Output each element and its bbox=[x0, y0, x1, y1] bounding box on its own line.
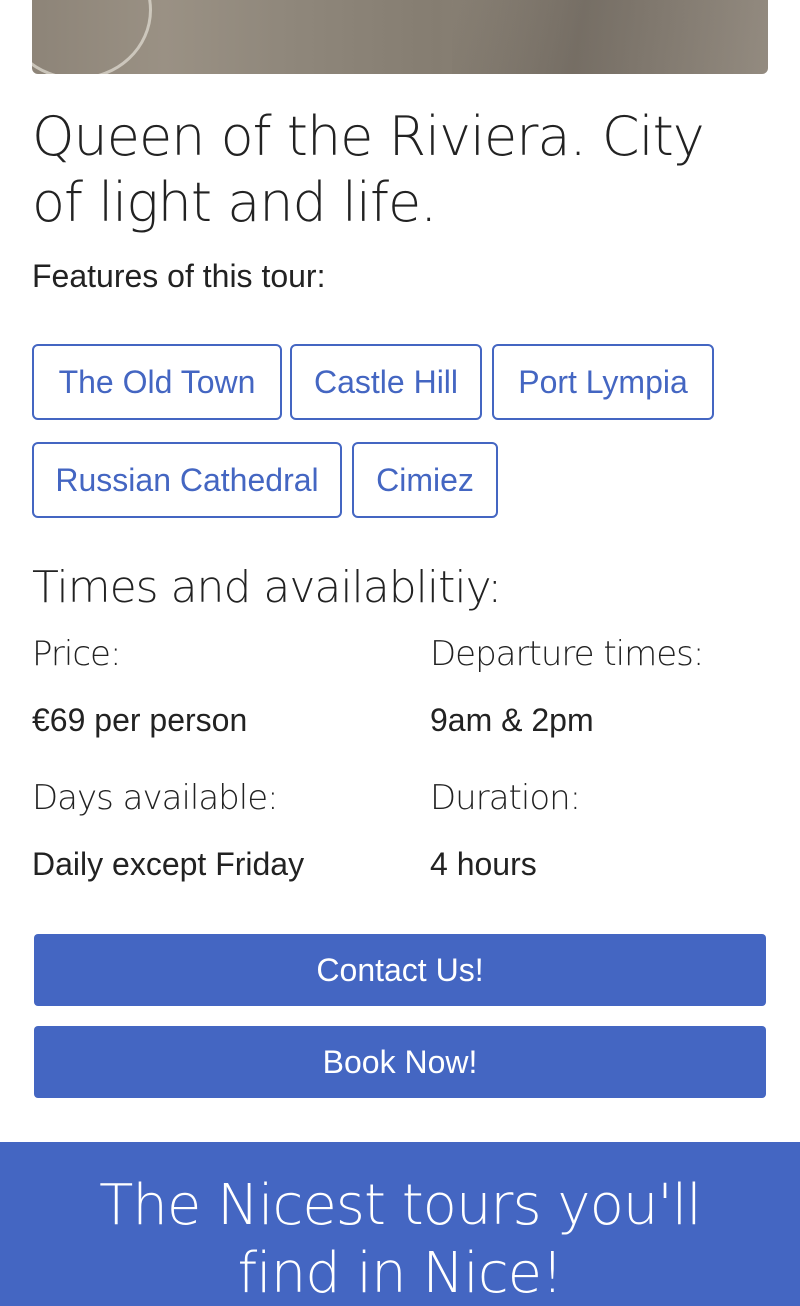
price-value: €69 per person bbox=[32, 702, 248, 738]
book-button[interactable]: Book Now! bbox=[34, 1026, 766, 1098]
feature-tag-russian-cathedral[interactable]: Russian Cathedral bbox=[32, 442, 342, 518]
hero-image-curb bbox=[32, 0, 152, 74]
footer-tagline: The Nicest tours you'll find in Nice! bbox=[99, 1173, 702, 1306]
days-value: Daily except Friday bbox=[32, 846, 305, 882]
footer-banner: The Nicest tours you'll find in Nice! bbox=[0, 1142, 800, 1306]
availability-heading: Times and availablitiy: bbox=[32, 562, 502, 613]
days-label: Days available: bbox=[32, 778, 279, 818]
feature-tag-cimiez[interactable]: Cimiez bbox=[352, 442, 498, 518]
price-label: Price: bbox=[32, 634, 121, 674]
feature-tag-castle-hill[interactable]: Castle Hill bbox=[290, 344, 482, 420]
feature-tag-old-town[interactable]: The Old Town bbox=[32, 344, 282, 420]
tour-heading: Queen of the Riviera. City of light and … bbox=[32, 105, 705, 234]
hero-image bbox=[32, 0, 768, 74]
features-label: Features of this tour: bbox=[32, 258, 326, 294]
departure-value: 9am & 2pm bbox=[430, 702, 594, 738]
hero-image-shadow bbox=[452, 0, 768, 74]
departure-label: Departure times: bbox=[430, 634, 704, 674]
contact-button[interactable]: Contact Us! bbox=[34, 934, 766, 1006]
duration-value: 4 hours bbox=[430, 846, 537, 882]
duration-label: Duration: bbox=[430, 778, 581, 818]
feature-tag-port-lympia[interactable]: Port Lympia bbox=[492, 344, 714, 420]
